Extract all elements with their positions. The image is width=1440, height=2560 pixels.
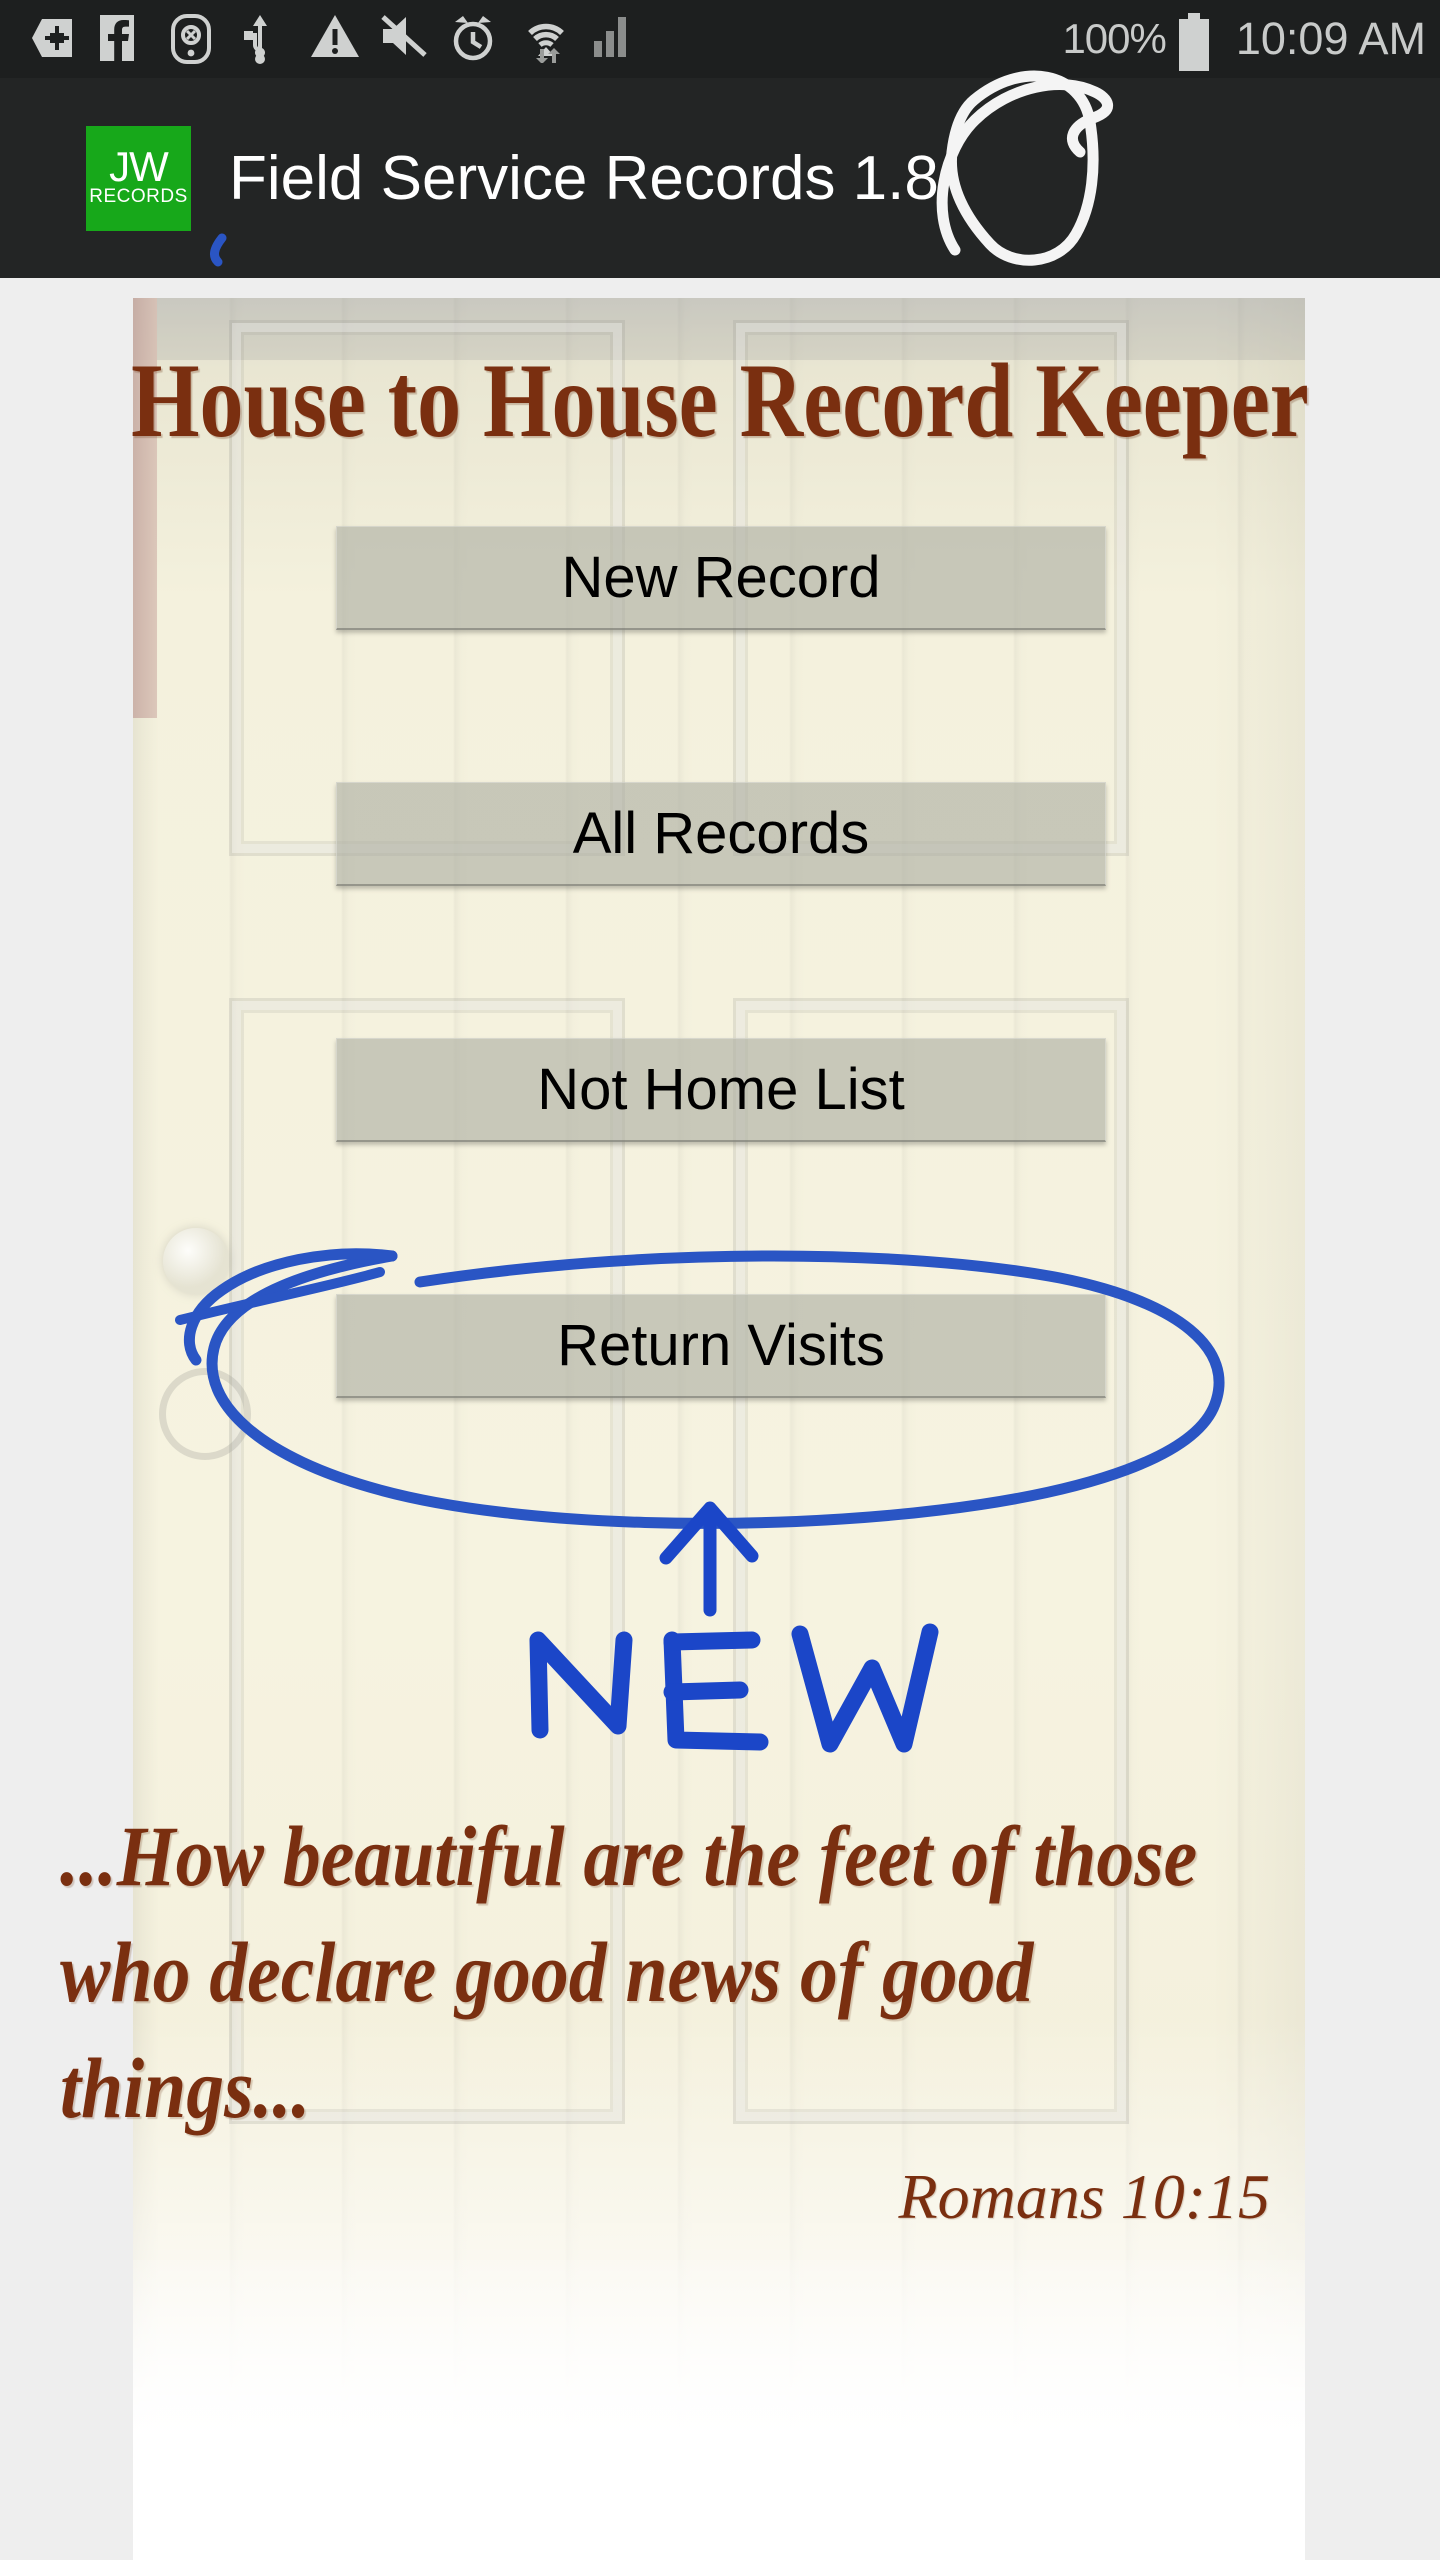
- scripture-citation: Romans 10:15: [898, 2161, 1270, 2232]
- door-bottom-fade: [133, 2260, 1305, 2560]
- return-visits-button[interactable]: Return Visits: [336, 1294, 1106, 1398]
- app-bar: JW RECORDS Field Service Records 1.8: [0, 78, 1440, 278]
- status-bar-clock: 10:09 AM: [1235, 13, 1426, 64]
- not-home-list-button[interactable]: Not Home List: [336, 1038, 1106, 1142]
- battery-full-icon: [1176, 13, 1212, 71]
- all-records-button-label: All Records: [572, 801, 870, 866]
- app-logo-line1: JW: [109, 143, 169, 190]
- status-bar: 100% 10:09 AM: [0, 0, 1440, 78]
- alarm-clock-icon: [450, 13, 498, 65]
- not-home-list-button-label: Not Home List: [537, 1057, 905, 1122]
- page-title: House to House Record Keeper: [131, 342, 1309, 459]
- pedometer-icon: [170, 13, 218, 65]
- wifi-icon: [520, 13, 568, 65]
- warning-triangle-icon: [310, 13, 359, 65]
- new-record-button[interactable]: New Record: [336, 526, 1106, 630]
- app-title: Field Service Records 1.8: [229, 143, 939, 213]
- return-visits-button-label: Return Visits: [557, 1313, 885, 1378]
- status-bar-right-group: 100% 10:09 AM: [1062, 13, 1426, 71]
- all-records-button[interactable]: All Records: [336, 782, 1106, 886]
- app-logo-icon: JW RECORDS: [86, 125, 191, 231]
- status-bar-icon-group: [30, 13, 1062, 65]
- scripture-quote: ...How beautiful are the feet of those w…: [60, 1808, 1198, 2136]
- battery-percent-label: 100%: [1062, 15, 1166, 62]
- door-knob-icon: [163, 1228, 229, 1294]
- vpn-key-plus-icon: [30, 13, 78, 65]
- door-keyhole-icon: [159, 1368, 251, 1460]
- cellular-signal-icon: [590, 13, 638, 65]
- facebook-icon: [100, 13, 148, 65]
- mute-icon: [380, 13, 428, 65]
- new-record-button-label: New Record: [561, 545, 881, 610]
- usb-icon: [240, 13, 288, 65]
- app-logo-line2: RECORDS: [89, 186, 188, 207]
